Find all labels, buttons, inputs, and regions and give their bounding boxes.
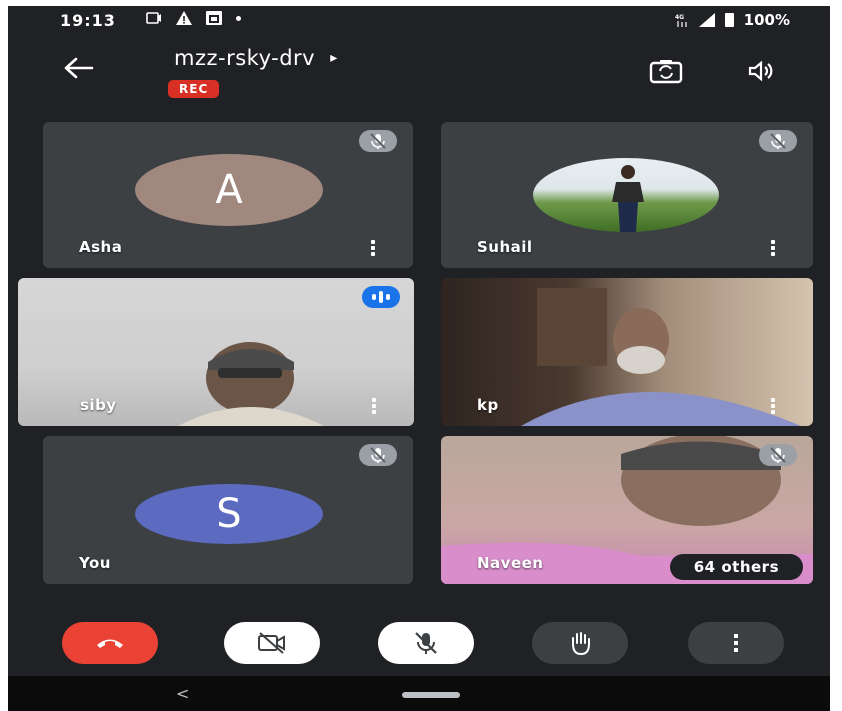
avatar-initial: A: [215, 167, 243, 213]
muted-badge: [359, 444, 397, 466]
status-bar: 19:13 4G 100%: [8, 6, 830, 36]
system-icons: 4G 100%: [675, 11, 790, 29]
switch-camera-button[interactable]: [648, 56, 684, 86]
warning-icon: [176, 11, 192, 25]
data-4g-icon: 4G: [675, 14, 687, 27]
recording-badge: REC: [168, 80, 220, 98]
nav-back-button[interactable]: <: [176, 684, 189, 703]
dot-icon: [236, 15, 241, 21]
system-navigation-bar: <: [8, 676, 830, 711]
muted-badge: [759, 444, 797, 466]
mic-off-icon: [415, 632, 437, 654]
participant-video-tile[interactable]: Naveen 64 others: [441, 436, 813, 584]
mic-off-icon: [370, 447, 386, 463]
calendar-icon: [206, 11, 222, 25]
participant-name: Naveen: [477, 554, 544, 572]
meet-screen: 19:13 4G 100% mzz-rsky-drv ▸ REC A Asha …: [8, 6, 830, 711]
nav-home-pill[interactable]: [402, 692, 460, 698]
avatar: S: [135, 484, 323, 544]
participant-name: siby: [80, 396, 117, 414]
more-options-button[interactable]: [688, 622, 784, 664]
cast-icon: [146, 12, 161, 24]
phone-hangup-icon: [97, 639, 123, 648]
notification-icons: [146, 11, 241, 25]
back-button[interactable]: [64, 56, 94, 84]
mic-off-icon: [370, 133, 386, 149]
meeting-title[interactable]: mzz-rsky-drv ▸: [174, 46, 338, 70]
person-photo: [612, 165, 644, 232]
participant-menu-button[interactable]: [371, 240, 375, 256]
participant-name: Suhail: [477, 238, 533, 256]
profile-photo: [533, 158, 719, 232]
participant-name: Asha: [79, 238, 123, 256]
meeting-info-arrow-icon: ▸: [330, 50, 338, 66]
video-feed: [178, 342, 324, 426]
camera-off-icon: [258, 632, 285, 654]
toggle-camera-button[interactable]: [224, 622, 320, 664]
muted-badge: [359, 130, 397, 152]
participant-tile-self[interactable]: S You: [43, 436, 413, 584]
participant-video-tile[interactable]: kp: [441, 278, 813, 426]
participant-tile[interactable]: Suhail: [441, 122, 813, 268]
avatar-initial: S: [216, 491, 242, 537]
svg-text:4G: 4G: [675, 14, 684, 21]
status-time: 19:13: [60, 11, 116, 30]
participant-menu-button[interactable]: [771, 398, 775, 414]
speaking-indicator: [362, 286, 400, 308]
raise-hand-button[interactable]: [532, 622, 628, 664]
arrow-left-icon: [64, 57, 94, 79]
mic-off-icon: [770, 133, 786, 149]
battery-icon: [724, 13, 734, 27]
signal-icon: [698, 13, 715, 27]
toggle-mic-button[interactable]: [378, 622, 474, 664]
meeting-code: mzz-rsky-drv: [174, 46, 316, 70]
participant-name: You: [79, 554, 111, 572]
participant-menu-button[interactable]: [372, 398, 376, 414]
muted-badge: [759, 130, 797, 152]
speaker-icon: [748, 60, 773, 82]
others-count-button[interactable]: 64 others: [669, 554, 803, 580]
mic-off-icon: [770, 447, 786, 463]
participant-menu-button[interactable]: [771, 240, 775, 256]
battery-percent: 100%: [743, 11, 790, 29]
participant-tile[interactable]: A Asha: [43, 122, 413, 268]
raise-hand-icon: [572, 632, 590, 656]
end-call-button[interactable]: [62, 622, 158, 664]
more-vertical-icon: [734, 634, 738, 652]
participant-video-tile[interactable]: siby: [18, 278, 414, 426]
avatar: A: [135, 154, 323, 226]
switch-camera-icon: [649, 60, 683, 84]
speaker-button[interactable]: [746, 58, 778, 84]
participant-name: kp: [477, 396, 499, 414]
